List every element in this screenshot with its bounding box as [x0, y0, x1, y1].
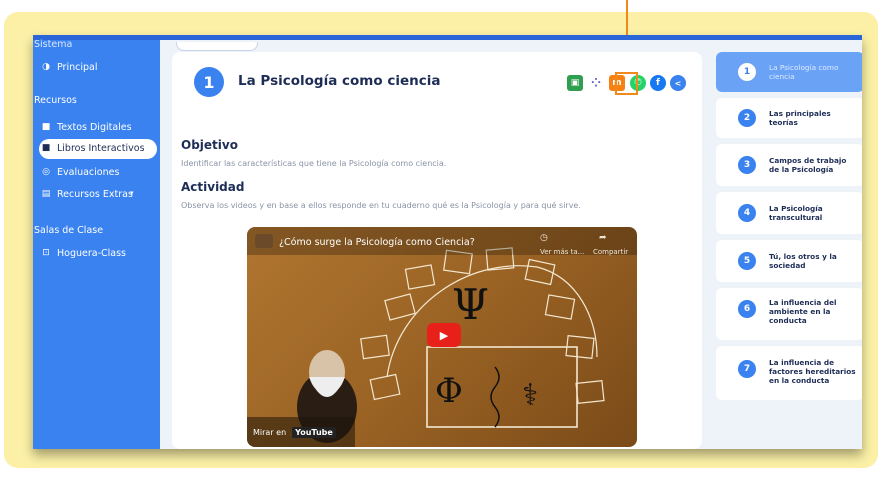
whatsapp-highlight-box [615, 72, 638, 95]
step-number: 5 [738, 252, 756, 270]
share-icon[interactable]: < [670, 75, 686, 91]
sidebar: Sistema ◑ Principal Recursos ■ Textos Di… [33, 39, 160, 449]
step-number: 2 [738, 109, 756, 127]
step-label: La Psicología como ciencia [769, 63, 839, 81]
lesson-number-badge: 1 [194, 67, 224, 97]
step-item-7[interactable]: 7 La influencia de factores hereditarios… [716, 346, 862, 400]
step-number: 1 [738, 63, 756, 81]
svg-text:⚕: ⚕ [522, 378, 538, 413]
step-item-3[interactable]: 3 Campos de trabajo de la Psicología [716, 144, 862, 186]
svg-text:Φ: Φ [435, 371, 463, 411]
step-number: 7 [738, 360, 756, 378]
watch-on-label: Mirar en [253, 427, 287, 437]
step-label: La influencia del ambiente en la conduct… [769, 298, 837, 325]
video-title[interactable]: ¿Cómo surge la Psicología como Ciencia? [279, 237, 475, 248]
step-number: 4 [738, 204, 756, 222]
step-label: Campos de trabajo de la Psicología [769, 156, 847, 174]
share-label[interactable]: Compartir [593, 248, 628, 256]
sidebar-heading-salas: Salas de Clase [34, 225, 104, 236]
sidebar-item-recursos-extras[interactable]: Recursos Extras [57, 189, 133, 200]
channel-avatar[interactable] [255, 234, 273, 248]
sidebar-item-evaluaciones[interactable]: Evaluaciones [57, 167, 119, 178]
watch-on-youtube[interactable]: Mirar en YouTube [247, 417, 355, 447]
objective-text: Identificar las características que tien… [181, 159, 447, 168]
sidebar-item-principal[interactable]: Principal [57, 62, 97, 73]
clock-icon[interactable]: ◷ [540, 233, 548, 243]
sidebar-heading-recursos: Recursos [34, 95, 77, 106]
step-label: Tú, los otros y la sociedad [769, 252, 837, 270]
target-icon: ◎ [42, 167, 50, 177]
main-content: 1 La Psicología como ciencia ▣ ⁘ m ✆ f <… [160, 40, 706, 449]
sidebar-item-textos-digitales[interactable]: Textos Digitales [57, 122, 132, 133]
step-label: La Psicología transcultural [769, 204, 823, 222]
google-classroom-icon[interactable]: ▣ [567, 75, 583, 91]
step-item-4[interactable]: 4 La Psicología transcultural [716, 192, 862, 234]
play-button[interactable]: ▶ [427, 323, 461, 347]
sidebar-item-label: Libros Interactivos [57, 143, 145, 154]
activity-text: Observa los videos y en base a ellos res… [181, 201, 581, 210]
objective-heading: Objetivo [181, 138, 238, 152]
lesson-card: 1 La Psicología como ciencia ▣ ⁘ m ✆ f <… [172, 52, 702, 449]
watch-later-label[interactable]: Ver más ta... [540, 248, 584, 256]
step-number: 3 [738, 156, 756, 174]
lesson-title: La Psicología como ciencia [238, 73, 441, 89]
activity-heading: Actividad [181, 180, 245, 194]
chevron-down-icon[interactable]: ▾ [130, 189, 134, 197]
step-label: La influencia de factores hereditarios e… [769, 358, 856, 385]
dashboard-icon: ◑ [42, 62, 50, 72]
sidebar-item-libros-interactivos[interactable]: ■ Libros Interactivos [39, 139, 157, 159]
svg-text:Ψ: Ψ [452, 280, 489, 329]
app-screen: Sistema ◑ Principal Recursos ■ Textos Di… [33, 35, 862, 449]
step-item-6[interactable]: 6 La influencia del ambiente en la condu… [716, 288, 862, 340]
sidebar-item-hoguera-class[interactable]: Hoguera-Class [57, 248, 126, 259]
teams-icon[interactable]: ⁘ [588, 75, 604, 91]
step-item-2[interactable]: 2 Las principales teorías [716, 98, 862, 138]
step-item-5[interactable]: 5 Tú, los otros y la sociedad [716, 240, 862, 282]
top-tab-stub[interactable] [176, 42, 258, 51]
step-item-1[interactable]: 1 La Psicología como ciencia [716, 52, 862, 92]
step-label: Las principales teorías [769, 109, 831, 127]
presentation-icon: ⊡ [42, 248, 50, 258]
share-arrow-icon[interactable]: ➦ [599, 233, 607, 243]
facebook-icon[interactable]: f [650, 75, 666, 91]
book-icon: ■ [41, 143, 51, 153]
book-icon: ■ [41, 122, 51, 132]
file-icon: ▤ [41, 189, 51, 199]
sidebar-section-sistema: Sistema [34, 39, 73, 50]
youtube-logo: YouTube [292, 426, 336, 438]
youtube-video-embed[interactable]: Ψ Φ ⚕ ¿Cómo surge la Psicología como Cie… [247, 227, 637, 447]
lesson-steps-panel: 1 La Psicología como ciencia 2 Las princ… [706, 40, 862, 449]
step-number: 6 [738, 300, 756, 318]
